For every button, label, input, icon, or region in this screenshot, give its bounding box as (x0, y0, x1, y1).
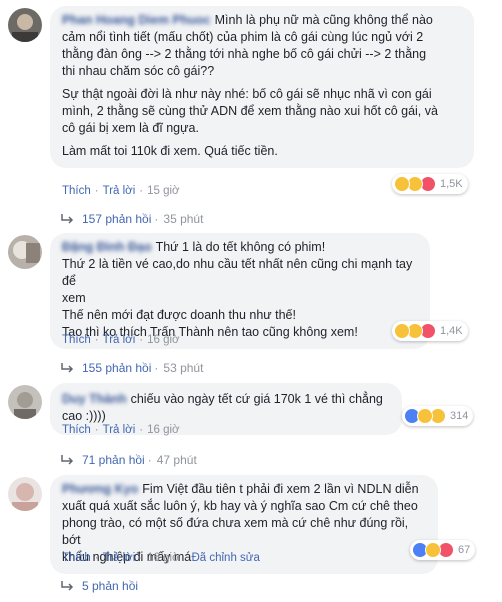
replies-count[interactable]: 155 phản hồi (82, 361, 151, 375)
comment-time[interactable]: 16 giờ (147, 424, 179, 436)
view-replies[interactable]: 155 phản hồi · 53 phút (60, 361, 203, 375)
view-replies[interactable]: 71 phản hồi · 47 phút (60, 453, 197, 467)
comment-actions: Thích · Trả lời · 16 giờ (62, 424, 180, 436)
avatar-photo-icon (12, 14, 38, 42)
replies-time: 53 phút (163, 361, 204, 375)
comment-bubble: Phan Hoang Diem Phuoc Mình là phụ nữ mà c… (50, 6, 474, 168)
view-replies[interactable]: 5 phản hồi (60, 579, 138, 593)
reply-link[interactable]: Trả lời (103, 424, 136, 436)
reply-arrow-icon (61, 581, 74, 591)
like-link[interactable]: Thích (62, 185, 91, 197)
reaction-summary[interactable]: 1,5K (392, 174, 468, 194)
reply-link[interactable]: Trả lời (103, 185, 136, 197)
reaction-summary[interactable]: 67 (410, 540, 476, 560)
comment-bubble: Đặng Đình Đạo Thứ 1 là do tết không có ph… (50, 233, 430, 349)
avatar-photo-icon (13, 241, 40, 263)
reaction-count: 1,5K (440, 178, 463, 190)
comment-text: Thứ 1 là do tết không có phim! Thứ 2 là … (62, 240, 413, 339)
reaction-count: 1,4K (440, 325, 463, 337)
comment-text: Sự thật ngoài đời là như này nhé: bố cô … (62, 87, 438, 135)
replies-time: 47 phút (156, 453, 197, 467)
comment-time[interactable]: 16 giờ (147, 552, 179, 564)
comment-text: Làm mất toi 110k đi xem. Quá tiếc tiền. (62, 144, 278, 158)
reply-arrow-icon (61, 455, 74, 465)
avatar-photo-icon (14, 392, 36, 419)
avatar[interactable] (8, 385, 42, 419)
comment-actions: Thích · Trả lời · 15 giờ (62, 185, 180, 197)
reaction-count: 67 (458, 544, 471, 556)
replies-count[interactable]: 71 phản hồi (82, 453, 145, 467)
comment-actions: Thích · Trả lời · 16 giờ · Đã chỉnh sửa (62, 552, 260, 564)
comment-author[interactable]: Duy Thành (62, 392, 127, 406)
reaction-summary[interactable]: 314 (402, 406, 474, 426)
reaction-count: 314 (450, 410, 469, 422)
reply-arrow-icon (61, 214, 74, 224)
reply-link[interactable]: Trả lời (103, 552, 136, 564)
reaction-summary[interactable]: 1,4K (392, 321, 468, 341)
replies-count[interactable]: 5 phản hồi (82, 579, 138, 593)
like-link[interactable]: Thích (62, 334, 91, 346)
edited-link[interactable]: Đã chỉnh sửa (191, 552, 259, 564)
avatar[interactable] (8, 8, 42, 42)
avatar-photo-icon (12, 483, 38, 511)
comment-author[interactable]: Phan Hoang Diem Phuoc (62, 13, 211, 27)
reply-arrow-icon (61, 363, 74, 373)
replies-time: 35 phút (163, 212, 204, 226)
avatar[interactable] (8, 235, 42, 269)
replies-count[interactable]: 157 phản hồi (82, 212, 151, 226)
view-replies[interactable]: 157 phản hồi · 35 phút (60, 212, 203, 226)
like-link[interactable]: Thích (62, 424, 91, 436)
haha-icon (417, 408, 433, 424)
avatar[interactable] (8, 477, 42, 511)
reply-link[interactable]: Trả lời (103, 334, 136, 346)
comment-time[interactable]: 16 giờ (147, 334, 179, 346)
comment-author[interactable]: Phương Kyo (62, 482, 138, 496)
comment-time[interactable]: 15 giờ (147, 185, 179, 197)
comment-actions: Thích · Trả lời · 16 giờ (62, 334, 180, 346)
like-link[interactable]: Thích (62, 552, 91, 564)
haha-icon (394, 176, 410, 192)
haha-icon (425, 542, 441, 558)
comment-author[interactable]: Đặng Đình Đạo (62, 240, 152, 254)
haha-icon (394, 323, 410, 339)
